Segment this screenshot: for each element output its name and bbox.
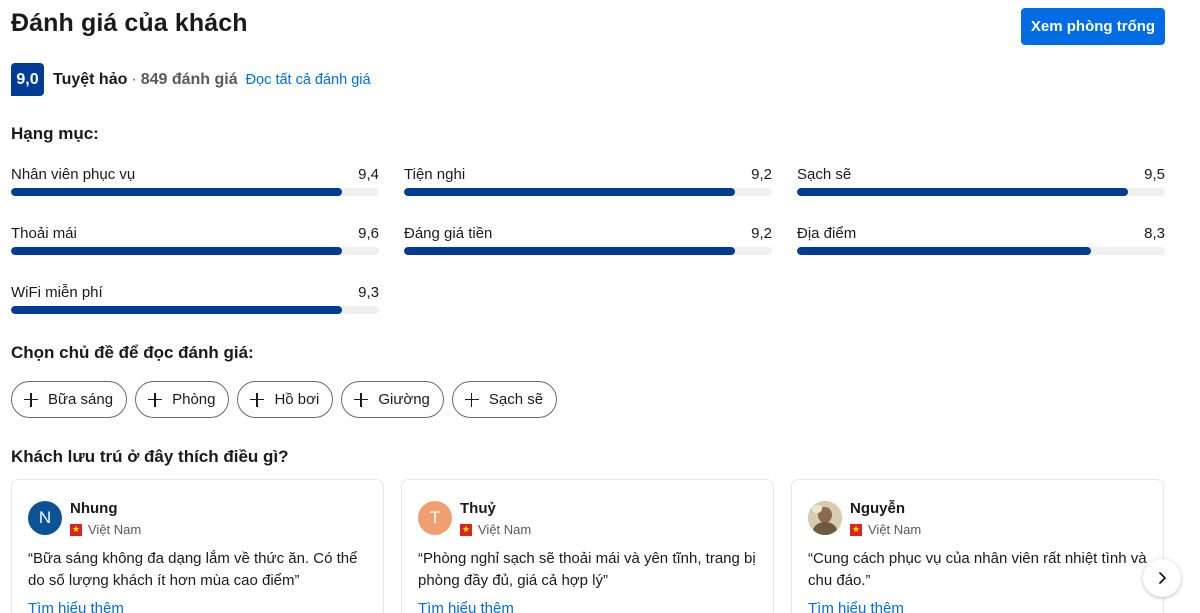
topic-chip-label: Giường <box>378 391 430 408</box>
category-bar <box>797 188 1165 196</box>
category-score: 8,3 <box>1144 225 1165 242</box>
score-label: Tuyệt hảo <box>53 70 128 88</box>
topic-chip-breakfast[interactable]: Bữa sáng <box>11 381 128 418</box>
category-bar-fill <box>11 188 343 196</box>
read-more-link[interactable]: Tìm hiểu thêm <box>808 600 904 613</box>
reviewer-name: Nguyễn <box>850 500 906 517</box>
topic-chip-label: Bữa sáng <box>48 391 114 408</box>
category-free-wifi: WiFi miễn phí 9,3 <box>11 284 379 314</box>
vietnam-flag-icon <box>70 522 82 536</box>
overall-score: 9,0 Tuyệt hảo · 849 đánh giá Đọc tất cả … <box>11 63 371 96</box>
review-card: N Nhung Việt Nam “Bữa sáng không đa dạng… <box>11 479 384 613</box>
country-name: Việt Nam <box>88 522 142 537</box>
avatar: N <box>28 501 62 535</box>
review-text: “Bữa sáng không đa dạng lắm về thức ăn. … <box>28 550 358 589</box>
category-bar <box>11 188 379 196</box>
topic-chip-pool[interactable]: Hồ bơi <box>237 381 334 418</box>
topics-heading: Chọn chủ đề để đọc đánh giá: <box>11 343 254 362</box>
topic-chip-label: Hồ bơi <box>274 391 320 408</box>
plus-icon <box>464 392 479 407</box>
topic-chips: Bữa sáng Phòng Hồ bơi Giường Sạch sẽ <box>11 381 558 418</box>
category-score: 9,5 <box>1144 166 1165 183</box>
review-text: “Phòng nghỉ sạch sẽ thoải mái và yên tĩn… <box>418 550 756 589</box>
reviewer-name: Nhung <box>70 500 118 517</box>
category-location: Địa điểm 8,3 <box>797 225 1165 255</box>
topic-chip-label: Sạch sẽ <box>488 391 544 408</box>
read-all-reviews-link[interactable]: Đọc tất cả đánh giá <box>246 72 371 88</box>
avatar-photo <box>808 501 842 535</box>
vietnam-flag-icon <box>850 522 862 536</box>
plus-icon <box>24 392 38 407</box>
page-title: Đánh giá của khách <box>11 9 248 37</box>
vietnam-flag-icon <box>460 522 472 536</box>
topic-chip-cleanliness[interactable]: Sạch sẽ <box>451 381 558 418</box>
category-name: Đáng giá tiền <box>404 225 493 242</box>
category-cleanliness: Sạch sẽ 9,5 <box>797 166 1165 196</box>
review-card: T Thuỷ Việt Nam “Phòng nghỉ sạch sẽ thoả… <box>401 479 774 613</box>
category-score: 9,4 <box>358 166 379 183</box>
avatar-initial: T <box>429 508 441 527</box>
avatar: T <box>418 501 452 535</box>
category-name: Thoải mái <box>11 225 77 242</box>
category-bar-fill <box>11 247 343 255</box>
reviews-heading: Khách lưu trú ở đây thích điều gì? <box>11 447 289 466</box>
category-score: 9,3 <box>358 284 379 301</box>
avatar-initial: N <box>38 508 52 527</box>
category-name: Tiện nghi <box>404 166 466 183</box>
plus-icon <box>354 392 369 407</box>
see-availability-button[interactable]: Xem phòng trống <box>1021 8 1165 45</box>
categories-heading: Hạng mục: <box>11 124 99 143</box>
country-name: Việt Nam <box>868 522 922 537</box>
category-bar-fill <box>11 306 343 314</box>
score-badge: 9,0 <box>11 63 44 96</box>
reviewer-name: Thuỷ <box>460 500 496 517</box>
plus-icon <box>250 392 265 407</box>
category-bar-fill <box>404 188 736 196</box>
chevron-right-icon <box>1159 572 1166 584</box>
category-bar <box>11 306 379 314</box>
category-name: WiFi miễn phí <box>11 284 103 301</box>
category-facilities: Tiện nghi 9,2 <box>404 166 772 196</box>
read-more-link[interactable]: Tìm hiểu thêm <box>28 600 124 613</box>
category-bar <box>404 247 772 255</box>
category-score: 9,2 <box>751 225 772 242</box>
category-bar-fill <box>797 247 1092 255</box>
category-bar <box>404 188 772 196</box>
category-bar <box>797 247 1165 255</box>
carousel-next-button[interactable] <box>1143 559 1181 597</box>
plus-icon <box>148 392 163 407</box>
category-name: Sạch sẽ <box>797 166 852 183</box>
category-bar-fill <box>404 247 736 255</box>
category-staff: Nhân viên phục vụ 9,4 <box>11 166 379 196</box>
topic-chip-label: Phòng <box>172 391 216 408</box>
category-value-for-money: Đáng giá tiền 9,2 <box>404 225 772 255</box>
review-card: Nguyễn Việt Nam “Cung cách phục vụ của n… <box>791 479 1164 613</box>
category-comfort: Thoải mái 9,6 <box>11 225 379 255</box>
review-text: “Cung cách phục vụ của nhân viên rất nhi… <box>808 550 1147 589</box>
read-more-link[interactable]: Tìm hiểu thêm <box>418 600 514 613</box>
topic-chip-room[interactable]: Phòng <box>135 381 230 418</box>
category-bar <box>11 247 379 255</box>
reviewer-country: Việt Nam <box>70 522 141 537</box>
country-name: Việt Nam <box>478 522 532 537</box>
category-bar-fill <box>797 188 1129 196</box>
reviewer-country: Việt Nam <box>850 522 921 537</box>
review-count: 849 đánh giá <box>140 70 238 88</box>
category-name: Nhân viên phục vụ <box>11 166 136 183</box>
topic-chip-bed[interactable]: Giường <box>341 381 444 418</box>
avatar-photo-icon <box>808 501 842 535</box>
reviewer-country: Việt Nam <box>460 522 531 537</box>
score-separator: · <box>131 70 137 88</box>
category-score: 9,2 <box>751 166 772 183</box>
category-name: Địa điểm <box>797 225 857 242</box>
category-score: 9,6 <box>358 225 379 242</box>
